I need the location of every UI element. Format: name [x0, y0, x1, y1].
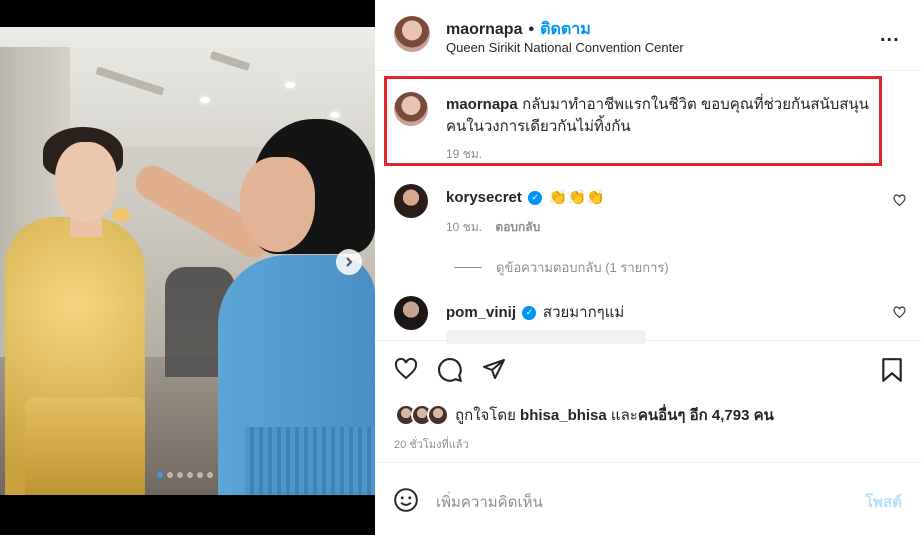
view-replies-label[interactable]: ดูข้อความตอบกลับ (1 รายการ): [496, 257, 669, 278]
post-location[interactable]: Queen Sirikit National Convention Center: [446, 40, 684, 55]
separator: •: [528, 21, 535, 38]
like-heart-icon[interactable]: [393, 357, 419, 381]
post-photo[interactable]: [0, 0, 375, 535]
post-comment-button[interactable]: โพสต์: [865, 490, 902, 514]
avatar[interactable]: [394, 184, 428, 218]
like-comment-heart-icon[interactable]: [893, 306, 906, 319]
comment-body: pom_vinij ✓ สวยมากๆแม่: [446, 300, 624, 324]
photo-light: [330, 112, 340, 118]
likes-others[interactable]: คนอื่นๆ อีก 4,793 คน: [638, 403, 774, 427]
photo-person-face: [55, 142, 117, 222]
likes-mid: และ: [610, 407, 638, 424]
post-author-row: maornapa • ติดตาม: [446, 17, 591, 42]
photo-light: [200, 97, 210, 103]
comment-input[interactable]: เพิ่มความคิดเห็น: [436, 490, 543, 514]
comment-text: สวยมากๆแม่: [542, 304, 625, 321]
verified-icon: ✓: [522, 305, 537, 320]
more-options-button[interactable]: ...: [880, 24, 900, 47]
carousel-dot: [177, 472, 183, 478]
carousel-dot: [187, 472, 193, 478]
comment-time: 10 ชม.: [446, 220, 483, 234]
caption-highlight-box: [384, 76, 882, 166]
next-slide-button[interactable]: [336, 249, 362, 275]
carousel-dot: [167, 472, 173, 478]
photo-artist-face: [240, 157, 315, 252]
post-timestamp[interactable]: 20 ชั่วโมงที่แล้ว: [394, 435, 469, 453]
comment-icon[interactable]: [437, 357, 463, 383]
view-replies-button[interactable]: ดูข้อความตอบกลับ (1 รายการ): [454, 257, 669, 278]
post-actions-bar: [375, 340, 921, 393]
photo-person-skirt: [25, 397, 145, 495]
share-icon[interactable]: [481, 357, 507, 381]
photo-makeup-sponge: [112, 208, 130, 222]
comment-text: 👏👏👏: [548, 189, 605, 206]
photo-image: [0, 27, 375, 495]
likes-user[interactable]: bhisa_bhisa: [520, 407, 607, 424]
post-author-username[interactable]: maornapa: [446, 21, 522, 38]
replies-divider: [454, 267, 482, 268]
carousel-dot: [207, 472, 213, 478]
chevron-right-icon: [346, 257, 353, 267]
post-header: maornapa • ติดตาม Queen Sirikit National C…: [375, 0, 921, 71]
add-comment-bar: เพิ่มความคิดเห็น โพสต์: [375, 462, 921, 536]
comment-body: korysecret ✓ 👏👏👏: [446, 188, 605, 207]
avatar[interactable]: [394, 296, 428, 330]
emoji-icon[interactable]: [393, 487, 419, 513]
avatar: [427, 404, 449, 426]
avatar[interactable]: [394, 16, 430, 52]
likes-prefix: ถูกใจโดย: [455, 407, 516, 424]
carousel-dots: [157, 472, 213, 478]
liker-avatars: [395, 404, 449, 426]
comment-username[interactable]: korysecret: [446, 189, 522, 206]
likes-summary: ถูกใจโดย bhisa_bhisa และ คนอื่นๆ อีก 4,79…: [395, 403, 774, 427]
verified-icon: ✓: [528, 190, 543, 205]
carousel-dot: [157, 472, 163, 478]
bookmark-icon[interactable]: [881, 357, 903, 383]
follow-button[interactable]: ติดตาม: [540, 21, 591, 38]
reply-button[interactable]: ตอบกลับ: [495, 220, 540, 234]
photo-light: [285, 82, 295, 88]
comment-meta: 10 ชม. ตอบกลับ: [446, 218, 540, 237]
carousel-dot: [197, 472, 203, 478]
photo-artist-skirt: [245, 427, 375, 495]
comment-username[interactable]: pom_vinij: [446, 304, 516, 321]
like-comment-heart-icon[interactable]: [893, 194, 906, 207]
